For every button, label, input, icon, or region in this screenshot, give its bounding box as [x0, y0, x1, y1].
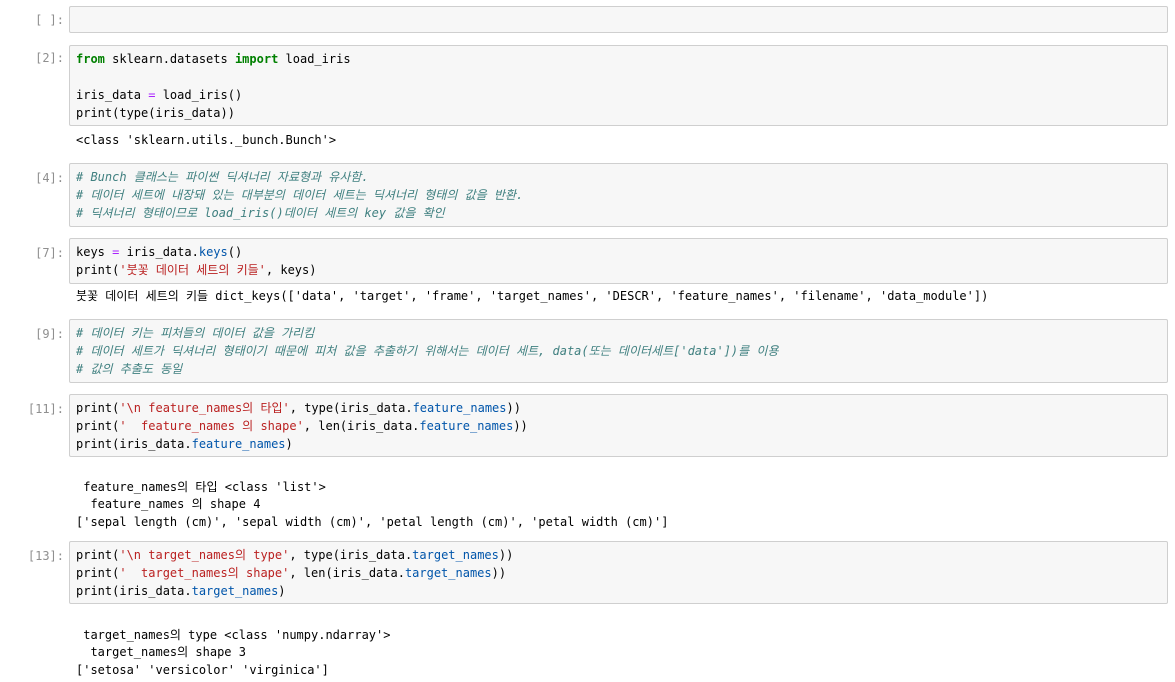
code-line: print('\n target_names의 type', type(iris… — [76, 546, 1161, 564]
string-literal: '\n target_names의 type' — [119, 548, 290, 562]
code-text: ) — [278, 584, 286, 598]
code-text: , len(iris_data. — [289, 566, 405, 580]
code-text: print(type(iris_data)) — [76, 106, 235, 120]
cell-output: <class 'sklearn.utils._bunch.Bunch'> — [76, 132, 336, 150]
code-comment: # 데이터 세트에 내장돼 있는 대부분의 데이터 세트는 딕셔너리 형태의 값… — [76, 188, 524, 202]
code-text: sklearn.datasets — [104, 52, 235, 66]
attribute: feature_names — [419, 419, 514, 433]
output-line: 붓꽃 데이터 세트의 키들 dict_keys(['data', 'target… — [76, 289, 989, 303]
cell-prompt: [7]: — [35, 246, 64, 260]
code-text: )) — [513, 419, 528, 433]
code-text: ) — [285, 437, 293, 451]
code-text: , keys) — [265, 263, 317, 277]
code-comment: # 데이터 세트가 딕셔너리 형태이기 때문에 피처 값을 추출하기 위해서는 … — [76, 344, 779, 358]
code-input[interactable]: keys = iris_data.keys() print('붓꽃 데이터 세트… — [69, 238, 1168, 284]
code-input[interactable]: # 데이터 키는 피처들의 데이터 값을 가리킴 # 데이터 세트가 딕셔너리 … — [69, 319, 1168, 383]
string-literal: '붓꽃 데이터 세트의 키들' — [119, 263, 266, 277]
code-text: print(iris_data. — [76, 584, 192, 598]
attribute: target_names — [191, 584, 279, 598]
code-text: iris_data. — [119, 245, 199, 259]
code-comment: # 딕셔너리 형태이므로 load_iris()데이터 세트의 key 값을 확… — [76, 206, 445, 220]
code-comment: # 데이터 키는 피처들의 데이터 값을 가리킴 — [76, 326, 315, 340]
string-literal: ' target_names의 shape' — [119, 566, 290, 580]
code-text: )) — [506, 401, 521, 415]
code-text: print( — [76, 566, 120, 580]
code-text: keys — [76, 245, 113, 259]
code-line: iris_data = load_iris() — [76, 86, 1161, 104]
attribute: target_names — [412, 548, 499, 562]
output-line: target_names의 shape 3 — [76, 645, 246, 659]
code-input[interactable]: print('\n target_names의 type', type(iris… — [69, 541, 1168, 604]
output-line: feature_names 의 shape 4 — [76, 497, 261, 511]
cell-prompt: [13]: — [27, 549, 64, 563]
code-line: keys = iris_data.keys() — [76, 243, 1161, 261]
output-line: <class 'sklearn.utils._bunch.Bunch'> — [76, 133, 337, 147]
cell-prompt: [11]: — [27, 402, 64, 416]
string-literal: '\n feature_names의 타입' — [119, 401, 290, 415]
code-text: , type(iris_data. — [289, 401, 413, 415]
code-input[interactable]: from sklearn.datasets import load_iris i… — [69, 45, 1168, 126]
code-line: print('\n feature_names의 타입', type(iris_… — [76, 399, 1161, 417]
code-text: , type(iris_data. — [289, 548, 413, 562]
cell-prompt: [ ]: — [35, 13, 64, 27]
code-text: load_iris() — [155, 88, 243, 102]
keyword: import — [234, 52, 279, 66]
code-text: print( — [76, 548, 120, 562]
code-line: print(iris_data.target_names) — [76, 582, 1161, 600]
code-line: from sklearn.datasets import load_iris — [76, 50, 1161, 68]
code-comment: # Bunch 클래스는 파이썬 딕셔너리 자료형과 유사함. — [76, 170, 369, 184]
code-comment: # 값의 추출도 동일 — [76, 362, 183, 376]
code-text: , len(iris_data. — [303, 419, 420, 433]
code-input[interactable]: print('\n feature_names의 타입', type(iris_… — [69, 394, 1168, 457]
code-line: print(' feature_names 의 shape', len(iris… — [76, 417, 1161, 435]
cell-prompt: [4]: — [35, 171, 64, 185]
cell-output: feature_names의 타입 <class 'list'> feature… — [76, 461, 668, 531]
code-line: print(iris_data.feature_names) — [76, 435, 1161, 453]
code-line: print(' target_names의 shape', len(iris_d… — [76, 564, 1161, 582]
code-text: load_iris — [278, 52, 351, 66]
cell-prompt: [9]: — [35, 327, 64, 341]
code-text: print(iris_data. — [76, 437, 192, 451]
output-line: ['setosa' 'versicolor' 'virginica'] — [76, 662, 329, 677]
code-text: )) — [491, 566, 507, 580]
code-input[interactable] — [69, 6, 1168, 33]
output-line: target_names의 type <class 'numpy.ndarray… — [76, 627, 391, 642]
cell-output: target_names의 type <class 'numpy.ndarray… — [76, 609, 390, 679]
code-text: print( — [76, 401, 120, 415]
code-text: print( — [76, 419, 120, 433]
output-line: ['sepal length (cm)', 'sepal width (cm)'… — [76, 514, 669, 529]
string-literal: ' feature_names 의 shape' — [119, 419, 304, 433]
code-input[interactable]: # Bunch 클래스는 파이썬 딕셔너리 자료형과 유사함. # 데이터 세트… — [69, 163, 1168, 227]
attribute: feature_names — [191, 437, 286, 451]
output-line: feature_names의 타입 <class 'list'> — [76, 479, 326, 494]
code-text: )) — [498, 548, 514, 562]
keyword: from — [76, 52, 105, 66]
code-line: print('붓꽃 데이터 세트의 키들', keys) — [76, 261, 1161, 279]
code-text: iris_data — [76, 88, 149, 102]
cell-output: 붓꽃 데이터 세트의 키들 dict_keys(['data', 'target… — [76, 288, 988, 306]
code-text: () — [227, 245, 243, 259]
cell-prompt: [2]: — [35, 51, 64, 65]
attribute: feature_names — [412, 401, 507, 415]
code-line: print(type(iris_data)) — [76, 104, 1161, 122]
code-text: print( — [76, 263, 120, 277]
attribute: target_names — [404, 566, 492, 580]
attribute: keys — [198, 245, 228, 259]
